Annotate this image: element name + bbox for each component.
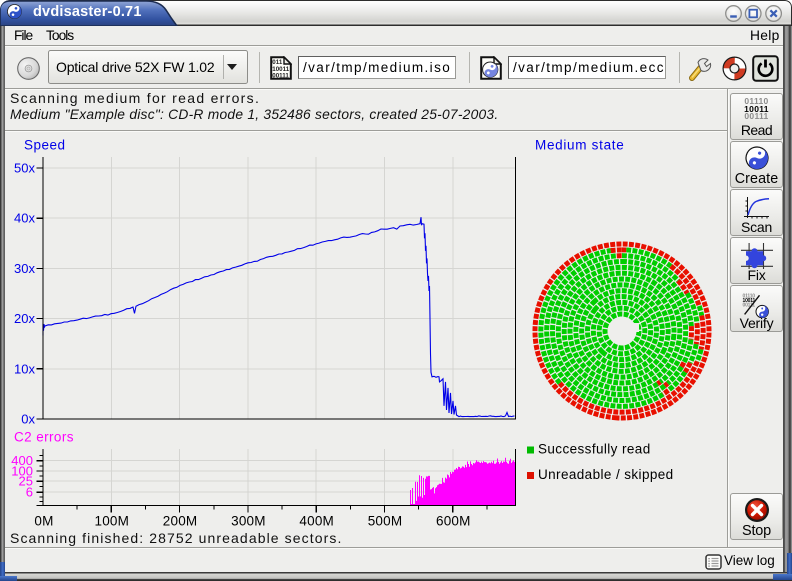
svg-text:10x: 10x <box>14 361 35 376</box>
svg-text:300M: 300M <box>231 514 266 529</box>
svg-text:20x: 20x <box>14 311 35 326</box>
svg-text:100M: 100M <box>95 514 130 529</box>
svg-text:6: 6 <box>26 485 33 500</box>
svg-text:Speed: Speed <box>24 138 66 153</box>
svg-text:500M: 500M <box>368 514 403 529</box>
svg-text:400M: 400M <box>299 514 334 529</box>
svg-text:600M: 600M <box>436 514 471 529</box>
svg-text:30x: 30x <box>14 261 35 276</box>
svg-text:Medium state: Medium state <box>535 138 624 153</box>
svg-text:C2 errors: C2 errors <box>14 430 74 445</box>
svg-text:200M: 200M <box>163 514 198 529</box>
svg-text:Successfully read: Successfully read <box>538 442 651 457</box>
svg-text:40x: 40x <box>14 211 35 226</box>
svg-text:0M: 0M <box>34 514 53 529</box>
svg-text:50x: 50x <box>14 161 35 176</box>
svg-text:Unreadable / skipped: Unreadable / skipped <box>538 467 674 482</box>
svg-text:0x: 0x <box>21 412 35 427</box>
